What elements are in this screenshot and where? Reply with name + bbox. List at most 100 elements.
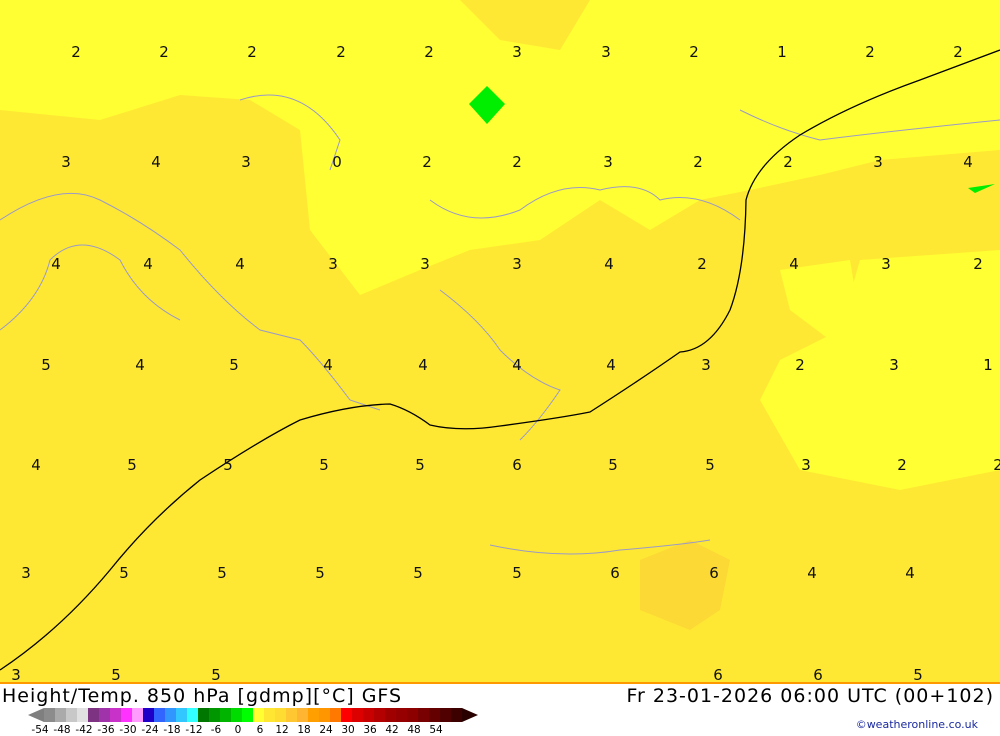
colorbar-swatch [165, 708, 176, 722]
temperature-label: 2 [783, 153, 793, 171]
temperature-label: 3 [21, 564, 31, 582]
temperature-label: 4 [604, 255, 614, 273]
temperature-label: 6 [709, 564, 719, 582]
colorbar-swatch [297, 708, 308, 722]
temperature-label: 5 [415, 456, 425, 474]
footer: Height/Temp. 850 hPa [gdmp][°C] GFS Fr 2… [0, 682, 1000, 736]
temperature-label: 4 [807, 564, 817, 582]
temperature-label: 2 [422, 153, 432, 171]
temperature-label: 3 [601, 43, 611, 61]
colorbar-tick-label: -6 [210, 724, 222, 736]
map-fill-layer [0, 0, 1000, 682]
colorbar-swatch [77, 708, 88, 722]
temperature-label: 3 [512, 43, 522, 61]
temperature-label: 5 [211, 666, 221, 682]
colorbar-swatch [341, 708, 352, 722]
colorbar-swatch [44, 708, 55, 722]
temperature-label: 3 [328, 255, 338, 273]
colorbar-tick-label: -54 [31, 724, 49, 736]
colorbar-tick-label: 18 [297, 724, 311, 736]
temperature-label: 3 [881, 255, 891, 273]
credit-link[interactable]: ©weatheronline.co.uk [856, 718, 978, 731]
warmer-region [0, 95, 1000, 682]
temperature-label: 5 [315, 564, 325, 582]
temperature-label: 4 [905, 564, 915, 582]
colorbar-swatch [451, 708, 462, 722]
colorbar-tick-label: 36 [363, 724, 377, 736]
colorbar-tick-label: 42 [385, 724, 399, 736]
temperature-label: 5 [217, 564, 227, 582]
colorbar-swatch [220, 708, 231, 722]
temperature-label: 3 [512, 255, 522, 273]
colorbar [28, 708, 478, 722]
temperature-label: 6 [713, 666, 723, 682]
temperature-label: 4 [31, 456, 41, 474]
temperature-label: 6 [813, 666, 823, 682]
temperature-label: 4 [418, 356, 428, 374]
temperature-label: 4 [143, 255, 153, 273]
temperature-label: 5 [127, 456, 137, 474]
temperature-label: 3 [603, 153, 613, 171]
temperature-label: 4 [235, 255, 245, 273]
temperature-label: 5 [913, 666, 923, 682]
colorbar-swatch [396, 708, 407, 722]
colorbar-tick-label: 48 [407, 724, 421, 736]
temperature-label: 2 [697, 255, 707, 273]
temperature-label: 3 [801, 456, 811, 474]
colorbar-swatch [242, 708, 253, 722]
colorbar-swatch [110, 708, 121, 722]
temperature-label: 2 [159, 43, 169, 61]
temperature-label: 0 [332, 153, 342, 171]
temperature-label: 5 [512, 564, 522, 582]
colorbar-swatch [407, 708, 418, 722]
temperature-label: 5 [413, 564, 423, 582]
colorbar-tick-label: -12 [185, 724, 203, 736]
colorbar-low-arrow [28, 708, 44, 722]
colorbar-swatch [275, 708, 286, 722]
colorbar-swatch [440, 708, 451, 722]
temperature-label: 5 [608, 456, 618, 474]
colorbar-tick-label: 24 [319, 724, 333, 736]
colorbar-swatch [187, 708, 198, 722]
temperature-label: 4 [789, 255, 799, 273]
temperature-label: 5 [705, 456, 715, 474]
colorbar-swatch [99, 708, 110, 722]
colorbar-swatch [121, 708, 132, 722]
temperature-label: 2 [512, 153, 522, 171]
temperature-label: 4 [135, 356, 145, 374]
colorbar-swatch [209, 708, 220, 722]
temperature-label: 3 [889, 356, 899, 374]
colorbar-swatch [374, 708, 385, 722]
temperature-label: 5 [119, 564, 129, 582]
temperature-label: 4 [51, 255, 61, 273]
temperature-label: 1 [983, 356, 993, 374]
colorbar-swatch [286, 708, 297, 722]
temperature-label: 5 [319, 456, 329, 474]
colorbar-tick-label: -48 [53, 724, 71, 736]
colorbar-tick-label: 54 [429, 724, 443, 736]
colorbar-tick-label: -42 [75, 724, 93, 736]
colorbar-swatch [363, 708, 374, 722]
colorbar-swatch [143, 708, 154, 722]
temperature-label: 5 [41, 356, 51, 374]
temperature-label: 5 [229, 356, 239, 374]
temperature-label: 4 [151, 153, 161, 171]
temperature-label: 3 [61, 153, 71, 171]
colorbar-swatch [319, 708, 330, 722]
colorbar-swatch [330, 708, 341, 722]
temperature-label: 2 [973, 255, 983, 273]
temperature-label: 4 [323, 356, 333, 374]
temperature-label: 2 [693, 153, 703, 171]
colorbar-swatch [231, 708, 242, 722]
colorbar-tick-label: -30 [119, 724, 137, 736]
colorbar-swatch [55, 708, 66, 722]
green-diamond-marker [469, 86, 505, 124]
colorbar-swatch [88, 708, 99, 722]
temperature-label: 3 [11, 666, 21, 682]
weather-map: 2 2 2 2 2 3 3 2 1 2 2 3 4 3 0 2 2 3 2 2 3 4 4 4 4 3 3 3 4 2 4 3 2 5 4 5 4 4 4 4… [0, 0, 1000, 682]
colorbar-tick-label: 12 [275, 724, 289, 736]
temperature-label: 2 [424, 43, 434, 61]
temperature-label: 2 [247, 43, 257, 61]
temperature-label: 2 [953, 43, 963, 61]
colorbar-swatch [198, 708, 209, 722]
